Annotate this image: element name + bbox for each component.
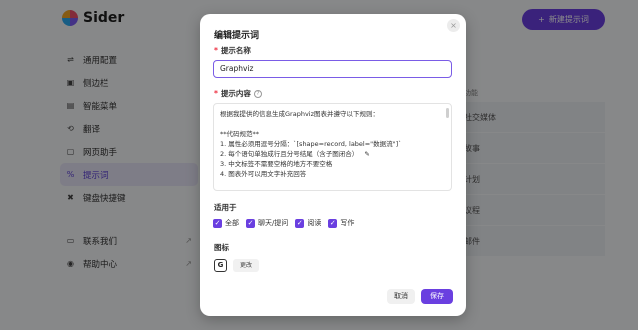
checkbox-read[interactable]: ✓ 阅读 (295, 218, 321, 228)
checkbox-chat[interactable]: ✓ 聊天/提问 (246, 218, 288, 228)
edit-pencil-icon[interactable]: ✎ (364, 150, 369, 158)
applies-checkbox-group: ✓ 全部 ✓ 聊天/提问 ✓ 阅读 ✓ 写作 (213, 218, 354, 228)
content-line: 1. 属性必须用逗号分隔：`[shape=record, label="数据流"… (220, 140, 402, 148)
content-line: **代码规范** (220, 130, 259, 138)
content-line: 根据我提供的信息生成Graphviz图表并遵守以下规则： (220, 110, 380, 118)
dialog-title: 编辑提示词 (214, 31, 260, 41)
content-label: * 提示内容 ? (214, 88, 262, 99)
prompt-name-input[interactable]: Graphviz (213, 60, 452, 78)
checkmark-icon: ✓ (295, 218, 305, 228)
content-line: 3. 中文标签不需要空格的地方不要空格 (220, 160, 333, 168)
icon-label: 图标 (214, 243, 229, 252)
checkbox-write[interactable]: ✓ 写作 (328, 218, 354, 228)
change-icon-button[interactable]: 更改 (233, 259, 259, 272)
prompt-content-textarea[interactable]: 根据我提供的信息生成Graphviz图表并遵守以下规则： **代码规范** 1.… (213, 103, 452, 191)
question-icon[interactable]: ? (253, 89, 262, 98)
cancel-button[interactable]: 取消 (387, 289, 415, 304)
content-line (220, 119, 445, 129)
save-button[interactable]: 保存 (421, 289, 453, 304)
scrollbar[interactable] (446, 108, 449, 118)
edit-prompt-dialog: 编辑提示词 × * 提示名称 Graphviz * 提示内容 ? 根据我提供的信… (200, 14, 466, 316)
checkmark-icon: ✓ (328, 218, 338, 228)
prompt-icon-preview: G (214, 259, 227, 272)
close-icon[interactable]: × (447, 19, 460, 32)
checkmark-icon: ✓ (213, 218, 222, 228)
checkbox-all[interactable]: ✓ 全部 (213, 218, 239, 228)
name-label: * 提示名称 (214, 46, 251, 55)
applies-label: 适用于 (214, 203, 237, 212)
content-line: 4. 图表外可以用文字补充回答 (220, 170, 307, 178)
checkmark-icon: ✓ (246, 218, 255, 228)
content-line: 2. 每个语句单独成行且分号结尾（含子图闭合） ✎ (220, 150, 370, 158)
